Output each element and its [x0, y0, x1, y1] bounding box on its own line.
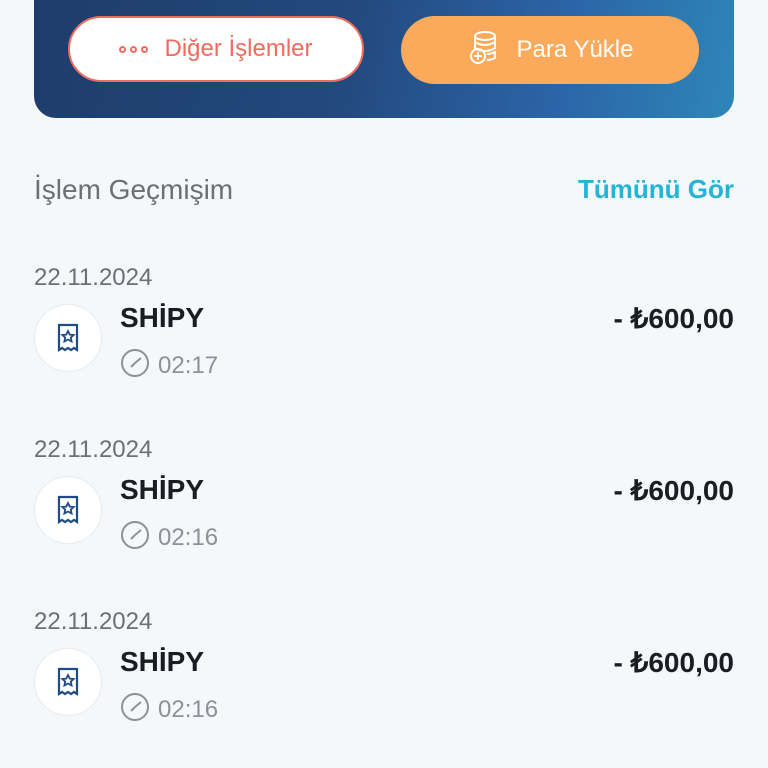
- clock-icon: [120, 348, 150, 383]
- receipt-star-icon: [34, 648, 102, 716]
- transaction-list: 22.11.2024 SHİPY 02:17 - ₺600,00 22.11.2…: [34, 264, 734, 768]
- receipt-star-icon: [34, 476, 102, 544]
- transaction-amount: - ₺600,00: [613, 475, 734, 506]
- transaction-time: 02:16: [120, 692, 218, 727]
- transaction-history-page: Diğer İşlemler Para Yükle İşlem Geçmişim…: [0, 0, 768, 768]
- other-actions-label: Diğer İşlemler: [164, 35, 313, 62]
- clock-icon: [120, 692, 150, 727]
- transaction-date: 22.11.2024: [34, 264, 153, 291]
- dots-icon: [119, 45, 149, 53]
- coins-plus-icon: [467, 30, 501, 71]
- transaction-item[interactable]: 22.11.2024 SHİPY 02:17 - ₺600,00: [34, 264, 734, 436]
- transaction-date: 22.11.2024: [34, 436, 153, 463]
- transaction-time: 02:17: [120, 348, 218, 383]
- other-actions-button[interactable]: Diğer İşlemler: [68, 16, 364, 82]
- load-money-button[interactable]: Para Yükle: [401, 16, 699, 84]
- transaction-amount: - ₺600,00: [613, 303, 734, 334]
- time-value: 02:16: [158, 695, 219, 723]
- time-value: 02:16: [158, 523, 219, 551]
- clock-icon: [120, 520, 150, 555]
- see-all-link[interactable]: Tümünü Gör: [578, 174, 734, 205]
- load-money-label: Para Yükle: [516, 36, 634, 63]
- section-title: İşlem Geçmişim: [34, 174, 234, 205]
- transaction-item[interactable]: 22.11.2024 SHİPY 02:16 - ₺600,00: [34, 436, 734, 608]
- merchant-name: SHİPY: [120, 302, 205, 333]
- merchant-name: SHİPY: [120, 474, 205, 505]
- transaction-time: 02:16: [120, 520, 218, 555]
- transaction-amount: - ₺600,00: [613, 647, 734, 678]
- transaction-item[interactable]: 22.11.2024 SHİPY 02:16 - ₺600,00: [34, 608, 734, 768]
- receipt-star-icon: [34, 304, 102, 372]
- transaction-date: 22.11.2024: [34, 608, 153, 635]
- time-value: 02:17: [158, 351, 219, 379]
- merchant-name: SHİPY: [120, 646, 205, 677]
